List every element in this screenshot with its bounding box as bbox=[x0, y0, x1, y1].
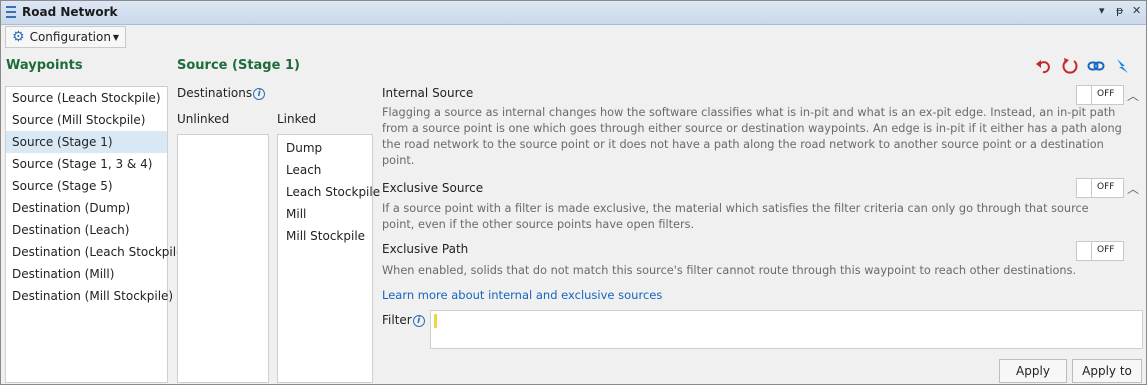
dropdown-icon[interactable]: ▾ bbox=[1099, 4, 1105, 17]
destinations-label: Destinations i bbox=[177, 86, 266, 100]
hamburger-icon[interactable] bbox=[6, 6, 16, 19]
toggle-state: OFF bbox=[1097, 89, 1115, 99]
internal-source-description: Flagging a source as internal changes ho… bbox=[382, 106, 1122, 167]
linked-label: Linked bbox=[277, 112, 317, 126]
linked-item[interactable]: Mill Stockpile bbox=[278, 225, 372, 247]
waypoint-item[interactable]: Destination (Mill Stockpile) bbox=[6, 285, 173, 307]
filter-label-text: Filter bbox=[382, 313, 412, 327]
linked-item[interactable]: Leach Stockpile bbox=[278, 181, 380, 203]
linked-item[interactable]: Dump bbox=[278, 137, 372, 159]
close-icon[interactable]: ✕ bbox=[1132, 4, 1141, 17]
text-caret bbox=[434, 314, 437, 328]
configuration-label: Configuration bbox=[29, 30, 111, 44]
chevron-up-icon[interactable]: ︿ bbox=[1127, 180, 1139, 197]
destinations-label-text: Destinations bbox=[177, 86, 253, 100]
exclusive-source-title: Exclusive Source bbox=[382, 181, 484, 195]
toggle-knob bbox=[1077, 179, 1092, 197]
waypoints-list: Source (Leach Stockpile) Source (Mill St… bbox=[5, 86, 188, 383]
unlinked-label: Unlinked bbox=[177, 112, 230, 126]
waypoint-item[interactable]: Destination (Mill) bbox=[6, 263, 167, 285]
linked-item[interactable]: Leach bbox=[278, 159, 372, 181]
source-title: Source (Stage 1) bbox=[177, 58, 300, 73]
unlinked-list[interactable] bbox=[177, 134, 269, 383]
waypoint-item[interactable]: Destination (Leach) bbox=[6, 219, 167, 241]
window-title: Road Network bbox=[22, 5, 118, 19]
waypoint-item[interactable]: Source (Leach Stockpile) bbox=[6, 87, 167, 109]
learn-more-link[interactable]: Learn more about internal and exclusive … bbox=[382, 288, 662, 302]
title-bar: Road Network ▾ ᵽ ✕ bbox=[1, 1, 1146, 25]
exclusive-source-description: If a source point with a filter is made … bbox=[382, 202, 1089, 231]
link-icon[interactable] bbox=[1087, 57, 1105, 75]
lightning-icon[interactable] bbox=[1113, 57, 1131, 75]
waypoint-item[interactable]: Destination (Leach Stockpile) bbox=[6, 241, 188, 263]
linked-list[interactable]: Dump Leach Leach Stockpile Mill Mill Sto… bbox=[277, 134, 380, 383]
internal-source-toggle[interactable]: OFF bbox=[1076, 85, 1124, 105]
waypoint-item[interactable]: Destination (Dump) bbox=[6, 197, 167, 219]
toggle-knob bbox=[1077, 242, 1092, 260]
toggle-knob bbox=[1077, 86, 1092, 104]
chevron-down-icon: ▼ bbox=[112, 32, 119, 42]
waypoint-item[interactable]: Source (Stage 1, 3 & 4) bbox=[6, 153, 167, 175]
info-icon[interactable]: i bbox=[253, 88, 266, 100]
toggle-state: OFF bbox=[1097, 245, 1115, 255]
linked-item[interactable]: Mill bbox=[278, 203, 372, 225]
exclusive-path-title: Exclusive Path bbox=[382, 242, 469, 256]
apply-to-all-button[interactable]: Apply to All bbox=[1072, 359, 1142, 383]
filter-label: Filter i bbox=[382, 313, 425, 327]
waypoints-title: Waypoints bbox=[6, 58, 83, 73]
chevron-up-icon[interactable]: ︿ bbox=[1127, 87, 1139, 104]
apply-filter-button[interactable]: Apply Filter bbox=[999, 359, 1067, 383]
exclusive-path-toggle[interactable]: OFF bbox=[1076, 241, 1124, 261]
info-icon[interactable]: i bbox=[412, 315, 425, 327]
internal-source-title: Internal Source bbox=[382, 86, 474, 100]
pin-icon[interactable]: ᵽ bbox=[1116, 4, 1123, 17]
waypoint-item[interactable]: Source (Mill Stockpile) bbox=[6, 109, 167, 131]
configuration-dropdown[interactable]: ⚙ Configuration ▼ bbox=[5, 26, 126, 48]
exclusive-path-description: When enabled, solids that do not match t… bbox=[382, 264, 1077, 277]
gear-icon: ⚙ bbox=[12, 29, 25, 45]
waypoint-item[interactable]: Source (Stage 5) bbox=[6, 175, 167, 197]
reset-icon[interactable] bbox=[1061, 57, 1079, 75]
undo-icon[interactable] bbox=[1035, 57, 1053, 75]
waypoint-item-selected[interactable]: Source (Stage 1) bbox=[6, 131, 167, 153]
road-network-panel: Road Network ▾ ᵽ ✕ ⚙ Configuration ▼ Way… bbox=[0, 0, 1147, 385]
exclusive-source-toggle[interactable]: OFF bbox=[1076, 178, 1124, 198]
filter-input[interactable] bbox=[430, 310, 1143, 349]
toggle-state: OFF bbox=[1097, 182, 1115, 192]
